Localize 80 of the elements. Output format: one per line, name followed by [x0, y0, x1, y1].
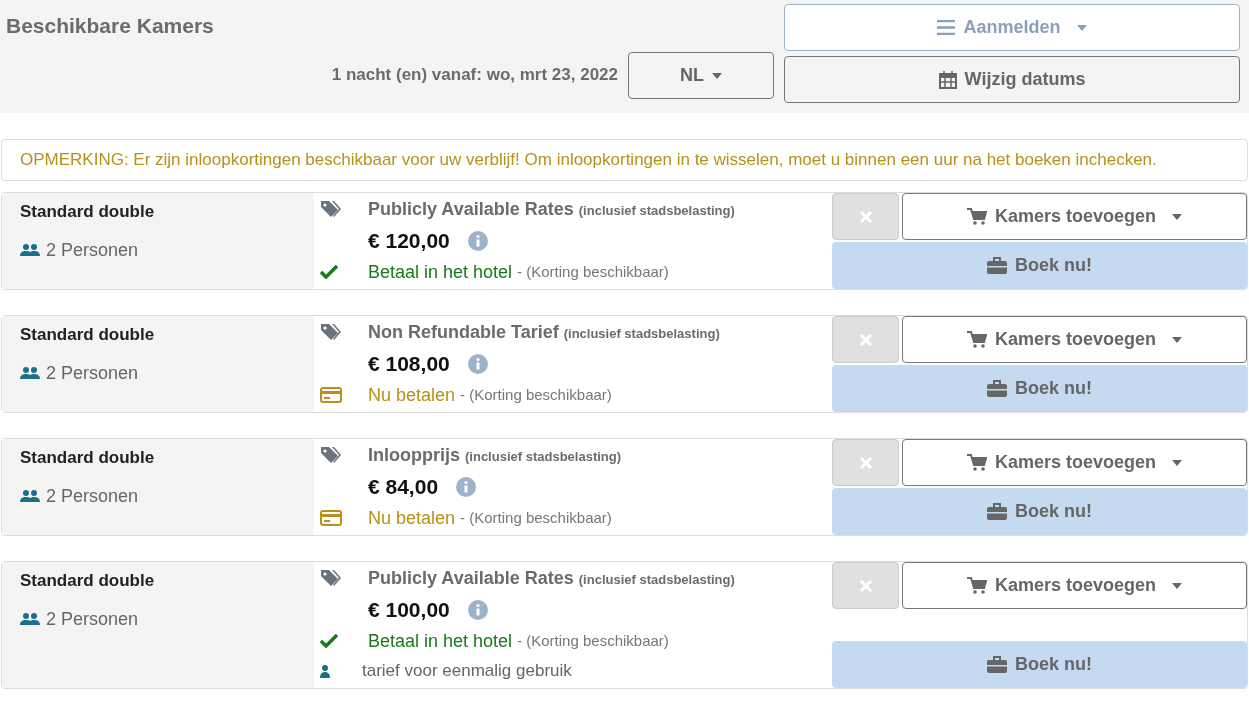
info-icon[interactable]: [467, 600, 488, 620]
price: € 100,00: [368, 597, 450, 624]
room-type: Standard double: [20, 324, 156, 346]
rate-name: Non Refundable Tarief (inclusief stadsbelasting): [368, 320, 720, 344]
add-rooms-button[interactable]: Kamers toevoegen: [902, 193, 1247, 240]
book-now-button[interactable]: Boek nu!: [832, 641, 1247, 688]
room-type: Standard double: [20, 201, 156, 223]
close-icon: [859, 456, 872, 469]
caret-icon: [1076, 24, 1087, 31]
user-icon: [320, 664, 330, 678]
payment-option: Betaal in het hotel: [368, 258, 513, 286]
book-now-button[interactable]: Boek nu!: [832, 242, 1247, 289]
briefcase-icon: [987, 257, 1007, 274]
payment-option: Nu betalen: [368, 381, 456, 409]
cart-icon: [966, 577, 987, 594]
tags-icon: [320, 323, 342, 341]
menu-icon: [937, 20, 956, 35]
price: € 108,00: [368, 351, 450, 378]
users-icon: [20, 612, 40, 626]
users-icon: [20, 489, 40, 503]
price: € 84,00: [368, 474, 439, 501]
guest-count: 2 Personen: [46, 607, 139, 631]
discount-note: - (Korting beschikbaar): [517, 630, 669, 651]
rate-name: Publicly Available Rates (inclusief stadsbelasting): [368, 197, 735, 221]
guest-count: 2 Personen: [46, 484, 139, 508]
login-button[interactable]: Aanmelden: [784, 4, 1240, 51]
cart-icon: [966, 208, 987, 225]
add-rooms-button[interactable]: Kamers toevoegen: [902, 562, 1247, 609]
briefcase-icon: [987, 656, 1007, 673]
payment-option: Nu betalen: [368, 504, 456, 532]
tags-icon: [320, 200, 342, 218]
caret-icon: [1172, 213, 1183, 220]
caret-icon: [1172, 459, 1183, 466]
price: € 120,00: [368, 228, 450, 255]
check-icon: [320, 634, 338, 648]
rate-note: tarief voor eenmalig gebruik: [362, 660, 572, 683]
page-title: Beschikbare Kamers: [6, 13, 215, 39]
rate-name: Publicly Available Rates (inclusief stadsbelasting): [368, 566, 735, 590]
briefcase-icon: [987, 503, 1007, 520]
users-icon: [20, 243, 40, 257]
info-icon[interactable]: [456, 477, 477, 497]
rate-name: Inloopprijs (inclusief stadsbelasting): [368, 443, 622, 467]
close-icon: [859, 210, 872, 223]
tags-icon: [320, 446, 342, 464]
room-type: Standard double: [20, 447, 156, 469]
info-icon[interactable]: [467, 231, 488, 251]
remove-button[interactable]: [832, 193, 899, 240]
remove-button[interactable]: [832, 439, 899, 486]
remove-button[interactable]: [832, 316, 899, 363]
change-dates-button[interactable]: Wijzig datums: [784, 56, 1240, 103]
calendar-icon: [938, 70, 957, 89]
credit-card-icon: [320, 510, 342, 526]
book-now-button[interactable]: Boek nu!: [832, 488, 1247, 535]
tags-icon: [320, 569, 342, 587]
book-now-button[interactable]: Boek nu!: [832, 365, 1247, 412]
credit-card-icon: [320, 387, 342, 403]
discount-note: - (Korting beschikbaar): [517, 261, 669, 282]
discount-note: - (Korting beschikbaar): [460, 507, 612, 528]
discount-note: - (Korting beschikbaar): [460, 384, 612, 405]
payment-option: Betaal in het hotel: [368, 627, 513, 655]
language-button[interactable]: NL: [628, 51, 774, 99]
close-icon: [859, 333, 872, 346]
caret-icon: [712, 72, 722, 79]
caret-icon: [1172, 582, 1183, 589]
caret-icon: [1172, 336, 1183, 343]
cart-icon: [966, 454, 987, 471]
check-icon: [320, 265, 338, 279]
remove-button[interactable]: [832, 562, 899, 609]
add-rooms-button[interactable]: Kamers toevoegen: [902, 316, 1247, 363]
guest-count: 2 Personen: [46, 238, 139, 262]
users-icon: [20, 366, 40, 380]
guest-count: 2 Personen: [46, 361, 139, 385]
info-icon[interactable]: [467, 354, 488, 374]
cart-icon: [966, 331, 987, 348]
stay-info: 1 nacht (en) vanaf: wo, mrt 23, 2022: [331, 64, 618, 87]
notice-message: OPMERKING: Er zijn inloopkortingen beschikbaar voor uw verblijf! Om inloopkortingen in te wisselen, moet u binnen een uur na het boeken inchecken.: [1, 139, 1248, 181]
briefcase-icon: [987, 380, 1007, 397]
close-icon: [859, 579, 872, 592]
add-rooms-button[interactable]: Kamers toevoegen: [902, 439, 1247, 486]
room-type: Standard double: [20, 570, 156, 592]
